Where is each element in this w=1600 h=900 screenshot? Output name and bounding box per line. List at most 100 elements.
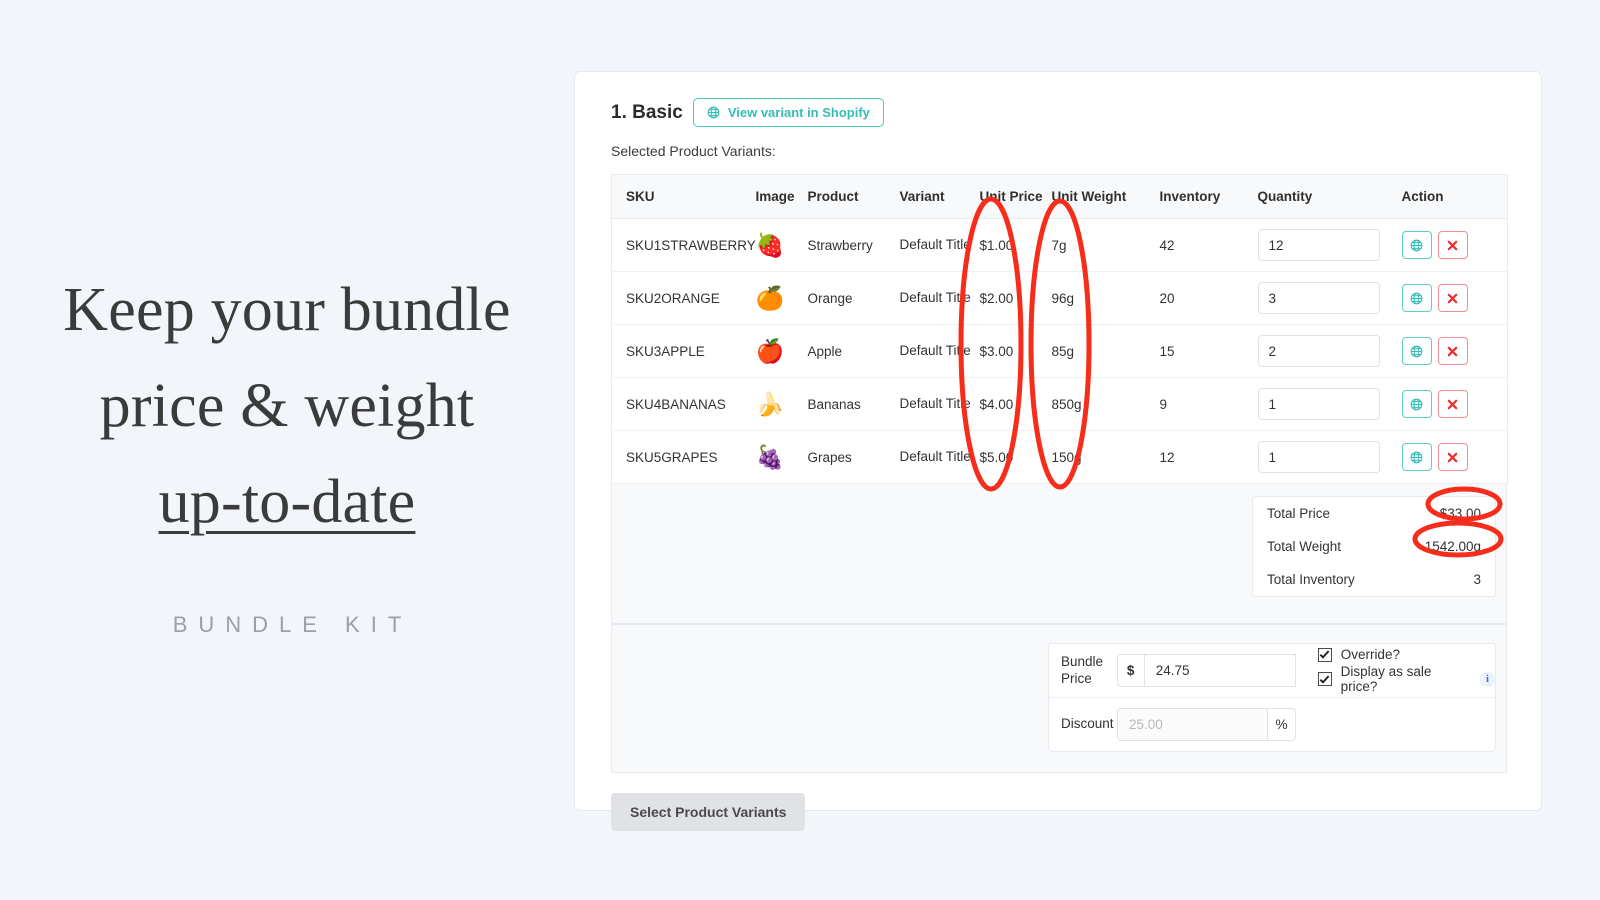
product-variants-table: SKU Image Product Variant Unit Price Uni… xyxy=(611,174,1508,484)
promo-headline-line-3: up-to-date xyxy=(158,468,416,537)
column-header-variant: Variant xyxy=(899,174,980,219)
bundle-price-label: Bundle Price xyxy=(1061,654,1104,686)
discount-row: Discount % xyxy=(1049,698,1495,751)
row-view-in-shopify-button[interactable] xyxy=(1401,337,1432,365)
row-view-in-shopify-button[interactable] xyxy=(1401,443,1432,471)
bundle-editor-card: 1. Basic View variant in Shopify Selecte… xyxy=(574,71,1542,831)
globe-icon xyxy=(707,106,720,119)
view-variant-in-shopify-label: View variant in Shopify xyxy=(727,105,870,120)
cell-unit-price: $1.00 xyxy=(979,218,1052,272)
bundle-price-input-group: $ xyxy=(1116,654,1296,687)
total-inventory-row: Total Inventory 3 xyxy=(1253,563,1495,596)
cell-product: Strawberry xyxy=(807,218,900,272)
quantity-input[interactable] xyxy=(1257,388,1380,420)
step-title: 1. Basic xyxy=(611,101,683,123)
cell-quantity xyxy=(1257,271,1402,325)
cell-quantity xyxy=(1257,377,1402,431)
promo-subtitle: BUNDLE KIT xyxy=(172,612,413,638)
cell-inventory: 42 xyxy=(1159,218,1258,272)
column-header-quantity: Quantity xyxy=(1257,174,1402,219)
total-inventory-label: Total Inventory xyxy=(1267,572,1355,587)
table-body: SKU1STRAWBERRY 🍓 Strawberry Default Title $1… xyxy=(611,218,1508,484)
bundle-pricing-box: Bundle Price $ Override? xyxy=(1048,643,1496,752)
bundle-price-input[interactable] xyxy=(1144,654,1296,687)
row-view-in-shopify-button[interactable] xyxy=(1401,284,1432,312)
cell-variant: Default Title xyxy=(899,271,980,325)
banana-thumbnail: 🍌 xyxy=(755,390,785,417)
cell-product: Apple xyxy=(807,324,900,378)
info-icon[interactable]: i xyxy=(1480,671,1495,687)
total-price-value: $33.00 xyxy=(1439,506,1481,521)
cell-sku: SKU3APPLE xyxy=(611,324,756,378)
discount-label: Discount xyxy=(1061,716,1114,732)
cell-sku: SKU1STRAWBERRY xyxy=(611,218,756,272)
total-weight-row: Total Weight 1542.00g xyxy=(1253,530,1495,563)
row-view-in-shopify-button[interactable] xyxy=(1401,390,1432,418)
percent-addon: % xyxy=(1268,708,1296,741)
cell-product: Bananas xyxy=(807,377,900,431)
row-remove-button[interactable] xyxy=(1437,337,1468,365)
promo-headline-line-1: Keep your bundle xyxy=(63,275,511,344)
column-header-image: Image xyxy=(755,174,808,219)
strawberry-thumbnail: 🍓 xyxy=(755,231,785,258)
cell-action xyxy=(1401,377,1508,431)
selected-variants-label: Selected Product Variants: xyxy=(611,143,776,159)
cell-unit-weight: 7g xyxy=(1051,218,1160,272)
cell-unit-price: $3.00 xyxy=(979,324,1052,378)
quantity-input[interactable] xyxy=(1257,229,1380,261)
bundle-pricing-band: Bundle Price $ Override? xyxy=(611,624,1507,773)
table-row: SKU5GRAPES 🍇 Grapes Default Title $5.00 150g 1… xyxy=(611,430,1508,484)
total-weight-value: 1542.00g xyxy=(1424,539,1481,554)
total-price-row: Total Price $33.00 xyxy=(1253,497,1495,530)
bundle-price-row: Bundle Price $ Override? xyxy=(1049,644,1495,698)
row-remove-button[interactable] xyxy=(1437,231,1468,259)
table-row: SKU3APPLE 🍎 Apple Default Title $3.00 85g 15 xyxy=(611,324,1508,378)
cell-sku: SKU2ORANGE xyxy=(611,271,756,325)
display-as-sale-price-checkbox[interactable] xyxy=(1317,672,1332,686)
cell-unit-weight: 96g xyxy=(1051,271,1160,325)
column-header-sku: SKU xyxy=(611,174,756,219)
bundle-price-options: Override? Display as sale price? i xyxy=(1317,645,1495,696)
cell-action xyxy=(1401,271,1508,325)
cell-sku: SKU4BANANAS xyxy=(611,377,756,431)
cell-inventory: 15 xyxy=(1159,324,1258,378)
quantity-input[interactable] xyxy=(1257,441,1380,473)
table-header-row: SKU Image Product Variant Unit Price Uni… xyxy=(611,174,1508,219)
cell-unit-price: $4.00 xyxy=(979,377,1052,431)
screenshot-root: Keep your bundle price & weight up-to-da… xyxy=(0,0,1600,900)
column-header-product: Product xyxy=(807,174,900,219)
table-row: SKU4BANANAS 🍌 Bananas Default Title $4.00 850… xyxy=(611,377,1508,431)
column-header-inventory: Inventory xyxy=(1159,174,1258,219)
cell-image: 🍎 xyxy=(755,324,808,378)
override-label: Override? xyxy=(1340,647,1400,662)
row-remove-button[interactable] xyxy=(1437,443,1468,471)
discount-input-group: % xyxy=(1117,708,1296,741)
total-price-label: Total Price xyxy=(1267,506,1331,521)
column-header-unit-price: Unit Price xyxy=(979,174,1052,219)
quantity-input[interactable] xyxy=(1257,282,1380,314)
promo-headline: Keep your bundle price & weight up-to-da… xyxy=(22,262,552,550)
row-view-in-shopify-button[interactable] xyxy=(1401,231,1432,259)
quantity-input[interactable] xyxy=(1257,335,1380,367)
cell-variant: Default Title xyxy=(899,377,980,431)
select-product-variants-button[interactable]: Select Product Variants xyxy=(611,793,806,831)
table-row: SKU1STRAWBERRY 🍓 Strawberry Default Title $1… xyxy=(611,218,1508,272)
view-variant-in-shopify-button[interactable]: View variant in Shopify xyxy=(692,98,884,127)
override-checkbox[interactable] xyxy=(1317,647,1332,662)
cell-image: 🍌 xyxy=(755,377,808,431)
row-remove-button[interactable] xyxy=(1437,390,1468,418)
totals-band: Total Price $33.00 Total Weight 1542.00g… xyxy=(611,484,1507,624)
promo-headline-line-2: price & weight xyxy=(99,371,475,440)
cell-variant: Default Title xyxy=(899,324,980,378)
cell-quantity xyxy=(1257,324,1402,378)
cell-product: Grapes xyxy=(807,430,900,484)
display-as-sale-price-label: Display as sale price? xyxy=(1340,664,1432,694)
cell-variant: Default Title xyxy=(899,218,980,272)
cell-sku: SKU5GRAPES xyxy=(611,430,756,484)
apple-thumbnail: 🍎 xyxy=(755,337,785,364)
promo-panel: Keep your bundle price & weight up-to-da… xyxy=(0,0,574,900)
row-remove-button[interactable] xyxy=(1437,284,1468,312)
column-header-action: Action xyxy=(1401,174,1508,219)
column-header-unit-weight: Unit Weight xyxy=(1051,174,1160,219)
discount-input[interactable] xyxy=(1117,708,1268,741)
